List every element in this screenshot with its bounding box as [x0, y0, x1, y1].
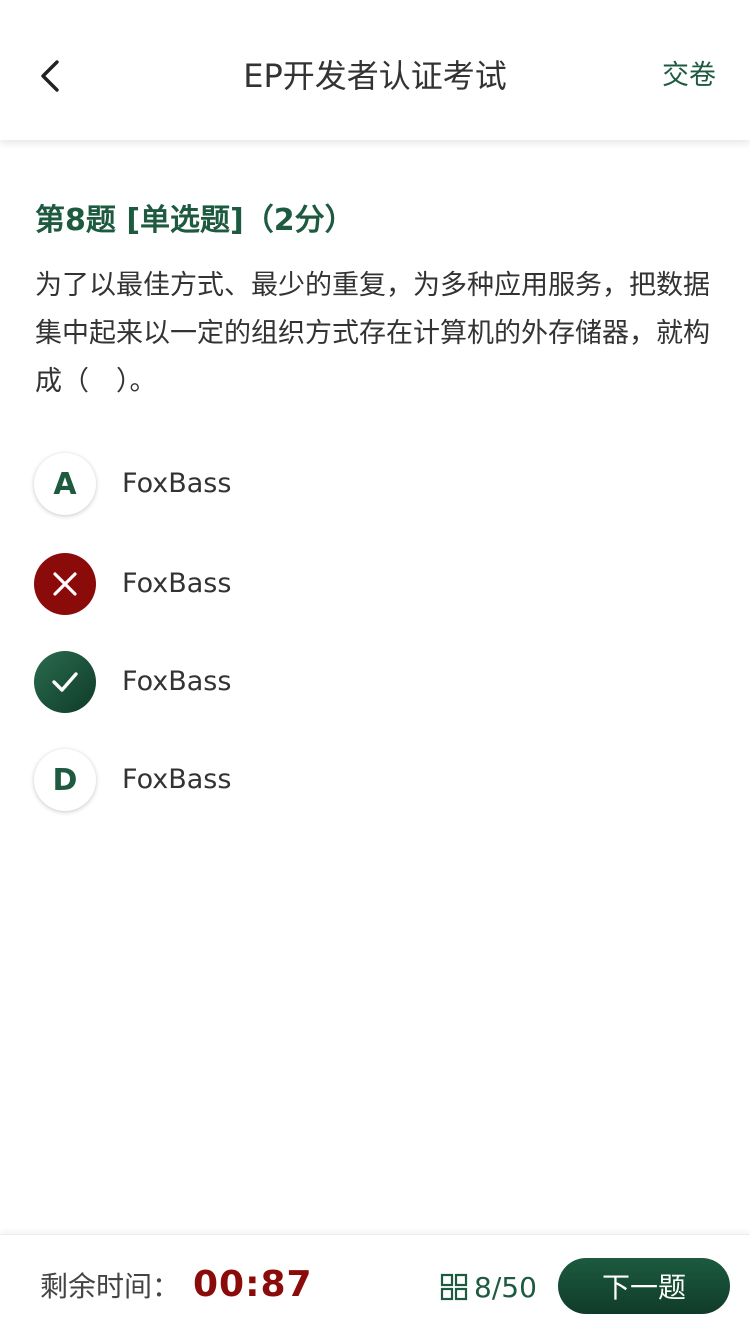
- next-question-button[interactable]: 下一题: [558, 1258, 730, 1314]
- exam-page: EP开发者认证考试 交卷 第8题 [单选题]（2分） 为了以最佳方式、最少的重复…: [0, 0, 750, 1334]
- header-bar: EP开发者认证考试 交卷: [0, 0, 750, 140]
- option-c[interactable]: FoxBass: [34, 650, 714, 714]
- grid-icon: [440, 1273, 468, 1301]
- option-a[interactable]: A FoxBass: [34, 452, 714, 516]
- option-b[interactable]: FoxBass: [34, 552, 714, 616]
- remaining-time-label: 剩余时间：: [40, 1270, 181, 1303]
- remaining-time-value: 00:87: [193, 1264, 313, 1305]
- question-text: 为了以最佳方式、最少的重复，为多种应用服务，把数据集中起来以一定的组织方式存在计…: [35, 270, 710, 397]
- submit-exam-button[interactable]: 交卷: [662, 56, 716, 96]
- footer-bar: 剩余时间： 00:87 8/50 下一题: [0, 1234, 750, 1334]
- progress-text: 8/50: [474, 1270, 537, 1304]
- option-c-badge: [34, 651, 96, 713]
- option-b-text: FoxBass: [122, 568, 232, 599]
- option-b-badge: [34, 553, 96, 615]
- question-title: 第8题 [单选题]（2分）: [35, 203, 355, 238]
- option-a-badge: A: [34, 453, 96, 515]
- option-c-text: FoxBass: [122, 666, 232, 697]
- option-d-text: FoxBass: [122, 764, 232, 795]
- close-icon: [53, 572, 77, 596]
- option-d-badge: D: [34, 749, 96, 811]
- page-title: EP开发者认证考试: [243, 57, 507, 95]
- check-icon: [52, 672, 78, 692]
- option-d[interactable]: D FoxBass: [34, 748, 714, 812]
- option-a-text: FoxBass: [122, 468, 232, 499]
- question-progress[interactable]: 8/50: [440, 1265, 537, 1309]
